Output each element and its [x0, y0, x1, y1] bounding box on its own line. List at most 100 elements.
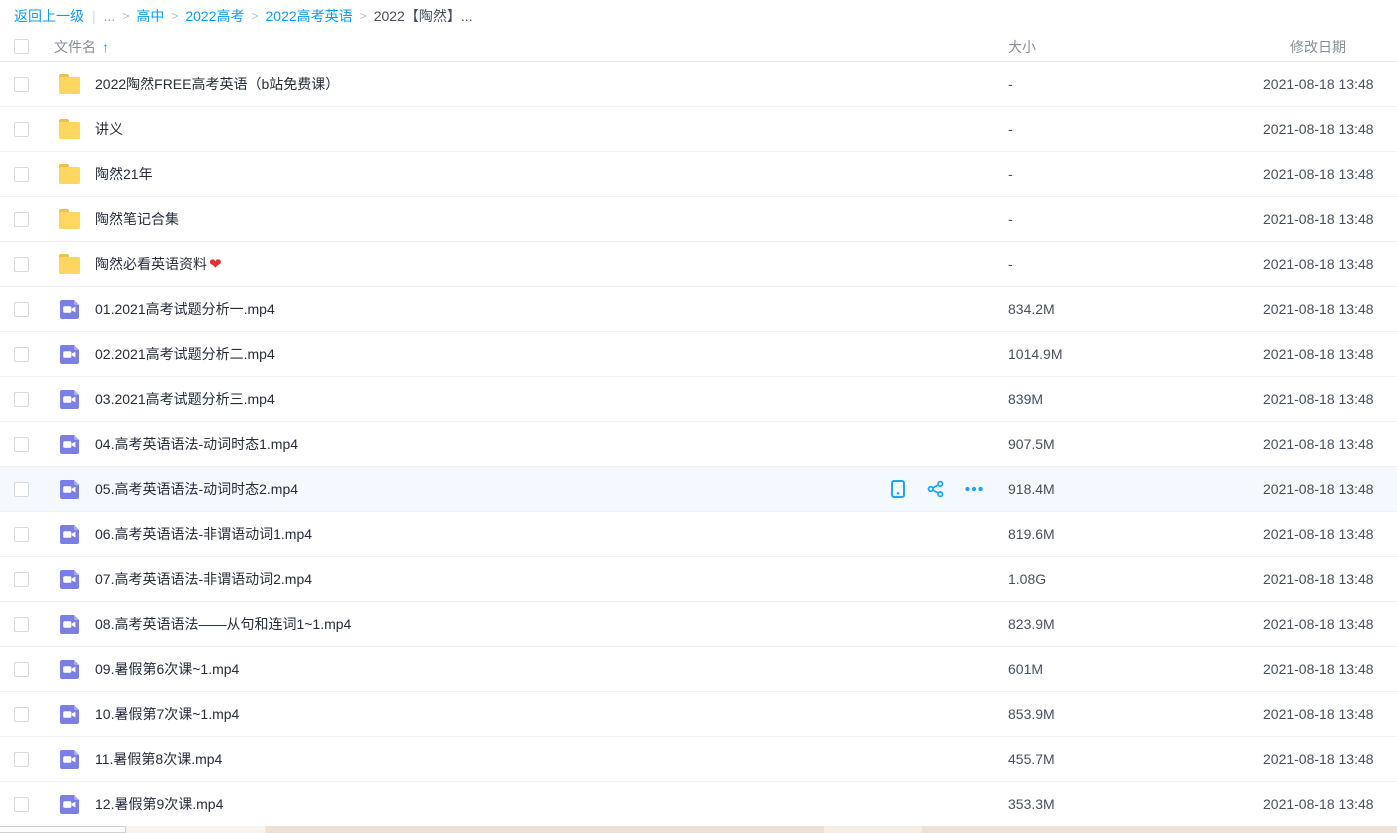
breadcrumb-link-2022gaokao-english[interactable]: 2022高考英语: [266, 6, 353, 26]
file-date: 2021-08-18 13:48: [1263, 121, 1378, 137]
breadcrumb-link-gaozhong[interactable]: 高中: [136, 6, 164, 26]
file-name: 陶然笔记合集: [95, 209, 1008, 229]
row-checkbox[interactable]: [14, 797, 29, 812]
file-name: 01.2021高考试题分析一.mp4: [95, 299, 1008, 319]
breadcrumb-current: 2022【陶然】...: [374, 6, 473, 26]
file-name: 02.2021高考试题分析二.mp4: [95, 344, 1008, 364]
row-checkbox[interactable]: [14, 662, 29, 677]
file-row[interactable]: 陶然必看英语资料❤: [0, 242, 1397, 287]
file-date: 2021-08-18 13:48: [1263, 391, 1378, 407]
select-all-checkbox[interactable]: [14, 39, 29, 54]
row-actions: [889, 467, 983, 511]
row-checkbox[interactable]: [14, 527, 29, 542]
file-row[interactable]: 讲义: [0, 107, 1397, 152]
file-name-text: 03.2021高考试题分析三.mp4: [95, 391, 275, 407]
file-date: 2021-08-18 13:48: [1263, 616, 1378, 632]
file-name-text: 陶然21年: [95, 166, 153, 182]
file-size: -: [1008, 256, 1263, 272]
row-checkbox[interactable]: [14, 302, 29, 317]
video-file-icon: [58, 568, 81, 591]
file-name-text: 08.高考英语语法——从句和连词1~1.mp4: [95, 616, 351, 632]
file-date: 2021-08-18 13:48: [1263, 211, 1378, 227]
file-name-text: 陶然必看英语资料: [95, 256, 207, 272]
file-name-text: 10.暑假第7次课~1.mp4: [95, 706, 239, 722]
video-file-icon: [58, 298, 81, 321]
row-checkbox[interactable]: [14, 572, 29, 587]
breadcrumb-ellipsis: ...: [104, 8, 116, 24]
file-size: 819.6M: [1008, 526, 1263, 542]
file-name-text: 06.高考英语语法-非谓语动词1.mp4: [95, 526, 312, 542]
file-row[interactable]: 陶然21年: [0, 152, 1397, 197]
back-link[interactable]: 返回上一级: [14, 6, 84, 26]
row-checkbox[interactable]: [14, 212, 29, 227]
column-header-date[interactable]: 修改日期: [1263, 37, 1378, 57]
file-size: -: [1008, 166, 1263, 182]
video-file-icon: [58, 523, 81, 546]
horizontal-scrollbar[interactable]: [0, 826, 1397, 833]
file-date: 2021-08-18 13:48: [1263, 301, 1378, 317]
file-row[interactable]: 09.暑假第6次课~1.mp4: [0, 647, 1397, 692]
file-name: 11.暑假第8次课.mp4: [95, 749, 1008, 769]
row-checkbox[interactable]: [14, 617, 29, 632]
column-header-size[interactable]: 大小: [1008, 37, 1263, 57]
file-row[interactable]: 12.暑假第9次课.mp4: [0, 782, 1397, 827]
more-icon[interactable]: [965, 480, 983, 498]
sort-ascending-icon[interactable]: ↑: [102, 39, 109, 55]
file-name-text: 05.高考英语语法-动词时态2.mp4: [95, 481, 298, 497]
file-name: 讲义: [95, 119, 1008, 139]
file-row[interactable]: 03.2021高考试题分析三.mp4: [0, 377, 1397, 422]
file-size: 601M: [1008, 661, 1263, 677]
folder-icon: [58, 253, 81, 276]
row-checkbox[interactable]: [14, 257, 29, 272]
file-row[interactable]: 2022陶然FREE高考英语（b站免费课）: [0, 62, 1397, 107]
file-size: 1014.9M: [1008, 346, 1263, 362]
file-row[interactable]: 06.高考英语语法-非谓语动词1.mp4: [0, 512, 1397, 557]
file-name-text: 01.2021高考试题分析一.mp4: [95, 301, 275, 317]
scrollbar-thumb[interactable]: [0, 826, 126, 833]
video-file-icon: [58, 748, 81, 771]
video-file-icon: [58, 613, 81, 636]
file-row[interactable]: 02.2021高考试题分析二.mp4: [0, 332, 1397, 377]
file-date: 2021-08-18 13:48: [1263, 706, 1378, 722]
row-checkbox[interactable]: [14, 482, 29, 497]
heart-emoji: ❤: [209, 256, 222, 273]
list-header: 文件名 ↑ 大小 修改日期: [0, 32, 1397, 62]
file-name: 07.高考英语语法-非谓语动词2.mp4: [95, 569, 1008, 589]
row-checkbox[interactable]: [14, 437, 29, 452]
row-checkbox[interactable]: [14, 122, 29, 137]
file-date: 2021-08-18 13:48: [1263, 76, 1378, 92]
breadcrumb-divider: |: [92, 8, 96, 24]
breadcrumb: 返回上一级 | ... > 高中 > 2022高考 > 2022高考英语 > 2…: [0, 0, 1397, 32]
file-size: 907.5M: [1008, 436, 1263, 452]
file-row[interactable]: 05.高考英语语法-动词时态2.mp4: [0, 467, 1397, 512]
file-row[interactable]: 01.2021高考试题分析一.mp4: [0, 287, 1397, 332]
file-name: 03.2021高考试题分析三.mp4: [95, 389, 1008, 409]
file-size: 839M: [1008, 391, 1263, 407]
file-row[interactable]: 10.暑假第7次课~1.mp4: [0, 692, 1397, 737]
file-row[interactable]: 陶然笔记合集: [0, 197, 1397, 242]
file-row[interactable]: 04.高考英语语法-动词时态1.mp4: [0, 422, 1397, 467]
breadcrumb-link-2022gaokao[interactable]: 2022高考: [185, 6, 244, 26]
file-date: 2021-08-18 13:48: [1263, 166, 1378, 182]
row-checkbox[interactable]: [14, 167, 29, 182]
file-size: 455.7M: [1008, 751, 1263, 767]
file-date: 2021-08-18 13:48: [1263, 661, 1378, 677]
breadcrumb-separator: >: [252, 9, 259, 23]
row-checkbox[interactable]: [14, 77, 29, 92]
file-row[interactable]: 07.高考英语语法-非谓语动词2.mp4: [0, 557, 1397, 602]
file-row[interactable]: 08.高考英语语法——从句和连词1~1.mp4: [0, 602, 1397, 647]
row-checkbox[interactable]: [14, 707, 29, 722]
file-date: 2021-08-18 13:48: [1263, 526, 1378, 542]
breadcrumb-separator: >: [360, 9, 367, 23]
video-file-icon: [58, 478, 81, 501]
row-checkbox[interactable]: [14, 392, 29, 407]
row-checkbox[interactable]: [14, 347, 29, 362]
video-file-icon: [58, 793, 81, 816]
file-name-text: 12.暑假第9次课.mp4: [95, 796, 223, 812]
file-date: 2021-08-18 13:48: [1263, 571, 1378, 587]
share-icon[interactable]: [927, 480, 945, 498]
save-to-device-icon[interactable]: [889, 480, 907, 498]
row-checkbox[interactable]: [14, 752, 29, 767]
file-row[interactable]: 11.暑假第8次课.mp4: [0, 737, 1397, 782]
column-header-filename[interactable]: 文件名: [54, 37, 96, 57]
